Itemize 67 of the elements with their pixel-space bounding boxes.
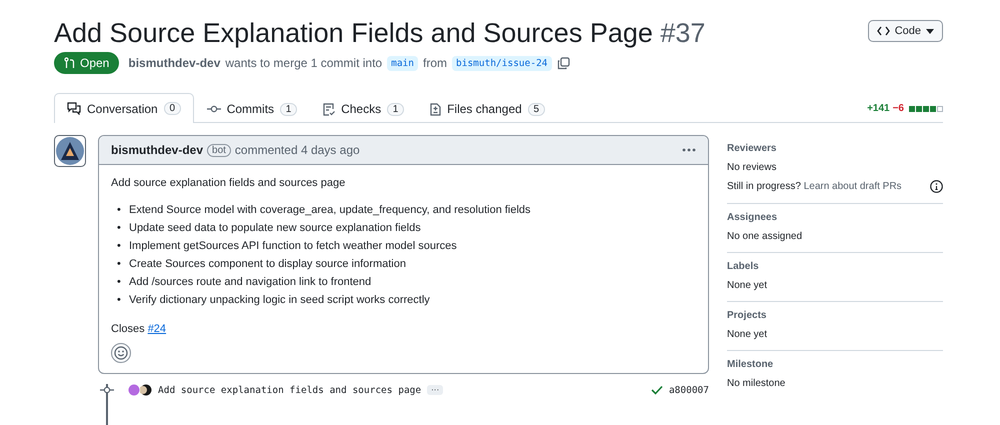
comment-time: commented 4 days ago (234, 143, 360, 157)
bullet-marker: • (117, 275, 122, 290)
branch-link[interactable]: main (387, 56, 418, 70)
sidebar-value: No milestone (727, 378, 786, 389)
list-item: Update seed data to populate new source explanation fields (129, 221, 421, 236)
commit-message[interactable]: Add source explanation fields and sources page (158, 384, 422, 396)
code-icon (876, 26, 890, 36)
tab[interactable]: Files changed 5 (417, 94, 558, 123)
count-badge: 1 (280, 102, 298, 116)
commit-icon (206, 105, 221, 113)
tab[interactable]: Conversation 0 (54, 93, 194, 123)
count-badge: 0 (164, 102, 181, 115)
sidebar-heading[interactable]: Projects (727, 310, 943, 321)
draft-pr-link[interactable]: Learn about draft PRs (804, 181, 902, 192)
smiley-icon (114, 346, 128, 360)
comment-text: Add source explanation fields and sources page (111, 177, 346, 189)
count-badge: 5 (528, 102, 545, 116)
copy-icon[interactable] (556, 56, 570, 70)
merge-text: wants to merge 1 commit into (225, 56, 382, 70)
author-link[interactable]: bismuthdev-dev (128, 56, 220, 70)
bullet-marker: • (117, 221, 122, 236)
tab[interactable]: Checks 1 (310, 94, 418, 123)
commit-sha[interactable]: a800007 (668, 384, 709, 396)
list-item: Extend Source model with coverage_area, update_frequency, and resolution fields (129, 203, 531, 218)
pr-title: Add Source Explanation Fields and Sources Page #37 (54, 17, 706, 50)
sidebar-heading[interactable]: Labels (727, 261, 943, 272)
sidebar-note: Still in progress? Learn about draft PRs (727, 181, 902, 192)
additions-count: +141 (867, 103, 890, 114)
bullet-marker: • (117, 257, 122, 272)
sidebar-heading[interactable]: Milestone (727, 359, 943, 370)
sidebar-heading[interactable]: Reviewers (727, 143, 943, 154)
checklist-icon (323, 102, 336, 116)
code-button[interactable]: Code (868, 20, 943, 42)
avatar (140, 384, 152, 396)
pull-request-icon (64, 57, 76, 69)
merge-text: from (423, 56, 447, 70)
sidebar-value: None yet (727, 329, 768, 340)
branch-link[interactable]: bismuth/issue-24 (452, 56, 552, 70)
check-icon (650, 385, 663, 395)
avatar (128, 384, 140, 396)
sidebar-value: No one assigned (727, 231, 804, 242)
list-item: Implement getSources API function to fetch weather model sources (129, 239, 457, 254)
info-icon[interactable] (930, 180, 943, 193)
expand-button[interactable]: ··· (427, 385, 444, 395)
count-badge: 1 (387, 102, 404, 116)
file-diff-icon (430, 102, 442, 116)
list-item: Create Sources component to display source information (129, 257, 406, 272)
author-link[interactable]: bismuthdev-dev (111, 143, 204, 157)
closes-text: Closes (111, 323, 145, 335)
bullet-marker: • (117, 293, 122, 308)
sidebar-heading[interactable]: Assignees (727, 212, 943, 223)
avatar (54, 135, 86, 167)
bot-badge: bot (207, 144, 231, 156)
sidebar-value: None yet (727, 280, 768, 291)
list-item: Verify dictionary unpacking logic in seed script works correctly (129, 293, 430, 308)
speech-bubbles-icon (67, 102, 81, 115)
sidebar-value: No reviews (727, 162, 778, 173)
bullet-marker: • (117, 239, 122, 254)
bullet-marker: • (117, 203, 122, 218)
deletions-count: −6 (892, 103, 904, 114)
issue-link[interactable]: #24 (148, 323, 166, 335)
tab[interactable]: Commits 1 (194, 94, 310, 123)
list-item: Add /sources route and navigation link to frontend (129, 275, 372, 290)
caret-icon (926, 28, 934, 34)
reaction-button[interactable] (111, 343, 131, 363)
state-badge: Open (54, 52, 120, 74)
more-options-icon[interactable] (682, 148, 696, 152)
